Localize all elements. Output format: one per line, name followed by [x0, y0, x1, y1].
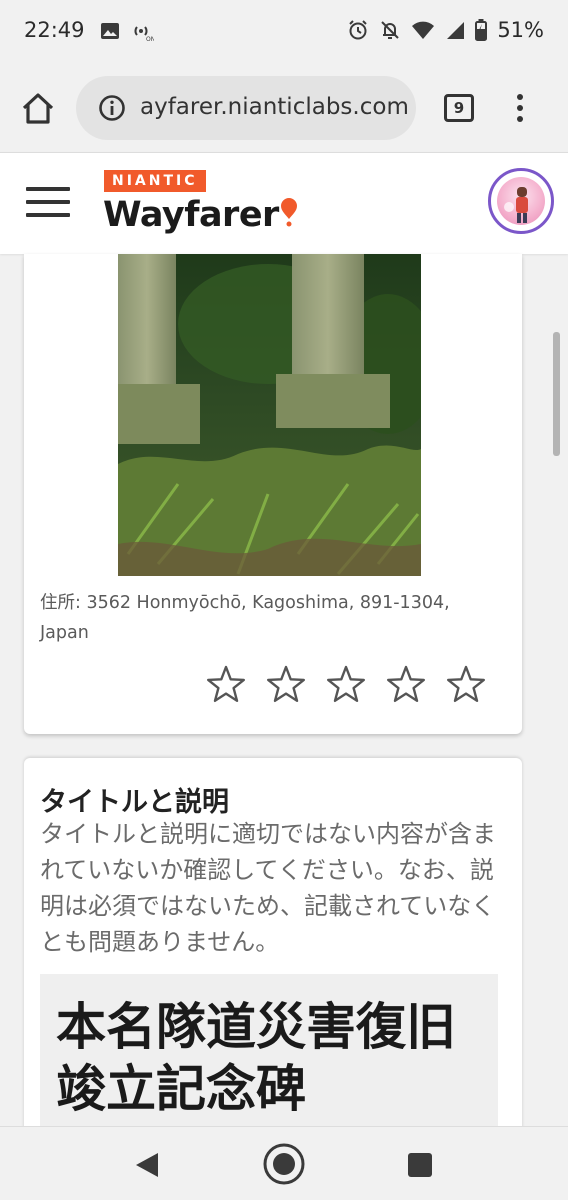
- battery-percent: 51%: [497, 18, 544, 42]
- status-bar: 22:49 ON 51%: [0, 0, 568, 64]
- tabs-button[interactable]: 9: [444, 94, 474, 122]
- image-icon: [101, 23, 119, 39]
- wayfarer-logo: Wayfarer: [103, 195, 279, 235]
- notifications-off-icon: [381, 21, 400, 39]
- avatar-image: [497, 177, 545, 225]
- hotspot-icon: ON: [134, 26, 154, 42]
- wifi-icon: [412, 21, 435, 39]
- info-icon[interactable]: [98, 94, 126, 122]
- star-icon[interactable]: [206, 664, 246, 704]
- section-description: タイトルと説明に適切ではない内容が含まれていないか確認してください。なお、説明は…: [40, 820, 496, 956]
- star-icon[interactable]: [266, 664, 306, 704]
- system-nav-bar: [0, 1126, 568, 1200]
- app-header: NIANTIC Wayfarer: [0, 152, 568, 254]
- alarm-icon: [349, 20, 368, 40]
- niantic-badge: NIANTIC: [104, 170, 206, 192]
- battery-icon: [475, 19, 488, 41]
- hamburger-menu-icon[interactable]: [26, 187, 70, 219]
- nomination-photo[interactable]: [118, 254, 421, 576]
- svg-text:ON: ON: [146, 36, 154, 42]
- browser-toolbar: ayfarer.nianticlabs.com 9: [0, 64, 568, 152]
- star-icon[interactable]: [326, 664, 366, 704]
- star-icon[interactable]: [446, 664, 486, 704]
- star-icon[interactable]: [386, 664, 426, 704]
- nomination-title: 本名隊道災害復旧竣立記念碑: [56, 998, 456, 1118]
- home-circle-icon[interactable]: [262, 1142, 306, 1186]
- nomination-title-box: 本名隊道災害復旧竣立記念碑: [40, 974, 498, 1144]
- user-avatar[interactable]: [488, 168, 554, 234]
- section-heading: タイトルと説明: [40, 787, 229, 818]
- star-rating: [206, 664, 486, 704]
- signal-icon: [447, 22, 465, 39]
- status-time: 22:49: [24, 18, 85, 42]
- location-pin-icon: [281, 198, 297, 227]
- title-description-card: タイトルと説明 タイトルと説明に適切ではない内容が含まれていないか確認してくださ…: [24, 758, 522, 1144]
- nomination-photo-card: 住所: 3562 Honmyōchō, Kagoshima, 891-1304,…: [24, 254, 522, 734]
- recent-apps-icon[interactable]: [408, 1153, 432, 1177]
- more-vert-icon[interactable]: [515, 94, 525, 124]
- back-icon[interactable]: [134, 1151, 160, 1179]
- url-text[interactable]: ayfarer.nianticlabs.com: [140, 94, 409, 120]
- page-scrollbar[interactable]: [553, 332, 560, 456]
- address-bar[interactable]: ayfarer.nianticlabs.com: [76, 76, 416, 140]
- nomination-address: 住所: 3562 Honmyōchō, Kagoshima, 891-1304,…: [40, 593, 450, 643]
- home-icon[interactable]: [18, 88, 58, 128]
